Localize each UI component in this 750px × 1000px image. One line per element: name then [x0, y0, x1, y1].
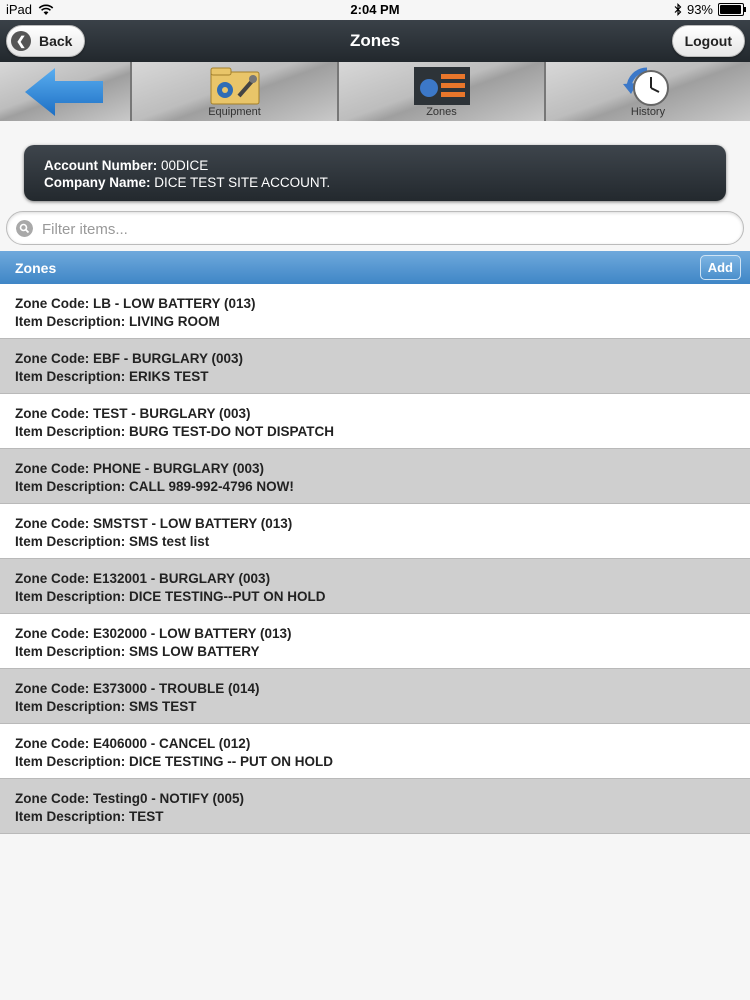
zone-code: Zone Code: TEST - BURGLARY (003) [15, 406, 251, 421]
search-icon [16, 220, 33, 237]
equipment-icon [210, 67, 259, 105]
zone-code: Zone Code: E302000 - LOW BATTERY (013) [15, 626, 292, 641]
item-description: Item Description: CALL 989-992-4796 NOW! [15, 479, 294, 494]
status-time: 2:04 PM [350, 2, 400, 17]
list-item[interactable]: Zone Code: E373000 - TROUBLE (014) Item … [0, 669, 750, 724]
item-description: Item Description: LIVING ROOM [15, 314, 220, 329]
zone-code: Zone Code: SMSTST - LOW BATTERY (013) [15, 516, 293, 531]
list-item[interactable]: Zone Code: TEST - BURGLARY (003) Item De… [0, 394, 750, 449]
item-description: Item Description: DICE TESTING -- PUT ON… [15, 754, 334, 769]
item-description: Item Description: TEST [15, 809, 164, 824]
add-zone-button[interactable]: Add [699, 255, 741, 280]
toolbar: Equipment Zones History [0, 62, 750, 121]
list-item[interactable]: Zone Code: E302000 - LOW BATTERY (013) I… [0, 614, 750, 669]
account-info-panel: Account Number: 00DICE Company Name: DIC… [24, 145, 726, 201]
account-number-line: Account Number: 00DICE [44, 157, 706, 174]
zone-code: Zone Code: LB - LOW BATTERY (013) [15, 296, 256, 311]
zone-code: Zone Code: E132001 - BURGLARY (003) [15, 571, 271, 586]
list-item[interactable]: Zone Code: E132001 - BURGLARY (003) Item… [0, 559, 750, 614]
account-number-label: Account Number: [44, 158, 158, 173]
item-description: Item Description: SMS test list [15, 534, 210, 549]
status-bar: iPad 2:04 PM 93% [0, 0, 750, 20]
history-clock-icon [623, 67, 669, 106]
item-description: Item Description: DICE TESTING--PUT ON H… [15, 589, 326, 604]
bluetooth-icon [674, 3, 682, 16]
toolbar-equipment-button[interactable]: Equipment [132, 62, 339, 121]
toolbar-history-label: History [630, 106, 666, 118]
item-description: Item Description: SMS TEST [15, 699, 197, 714]
zones-list-header: Zones Add [0, 251, 750, 284]
filter-bar [6, 211, 744, 246]
toolbar-back-button[interactable] [0, 62, 132, 121]
logout-button[interactable]: Logout [671, 25, 745, 57]
list-item[interactable]: Zone Code: EBF - BURGLARY (003) Item Des… [0, 339, 750, 394]
company-name-label: Company Name: [44, 175, 151, 190]
account-number-value: 00DICE [161, 158, 209, 173]
company-name-line: Company Name: DICE TEST SITE ACCOUNT. [44, 174, 706, 191]
item-description: Item Description: SMS LOW BATTERY [15, 644, 260, 659]
zone-code: Zone Code: Testing0 - NOTIFY (005) [15, 791, 245, 806]
page-title: Zones [349, 31, 401, 50]
company-name-value: DICE TEST SITE ACCOUNT. [154, 175, 331, 190]
filter-input[interactable] [40, 212, 734, 246]
zone-code: Zone Code: E406000 - CANCEL (012) [15, 736, 251, 751]
battery-percent: 93% [686, 2, 713, 17]
toolbar-history-button[interactable]: History [546, 62, 750, 121]
list-item[interactable]: Zone Code: PHONE - BURGLARY (003) Item D… [0, 449, 750, 504]
toolbar-equipment-label: Equipment [208, 106, 261, 118]
item-description: Item Description: ERIKS TEST [15, 369, 209, 384]
list-item[interactable]: Zone Code: E406000 - CANCEL (012) Item D… [0, 724, 750, 779]
zones-list: Zone Code: LB - LOW BATTERY (013) Item D… [0, 284, 750, 834]
zones-icon [413, 67, 470, 105]
list-item[interactable]: Zone Code: LB - LOW BATTERY (013) Item D… [0, 284, 750, 339]
nav-header: ❮ Back Zones Logout [0, 20, 750, 62]
zone-code: Zone Code: PHONE - BURGLARY (003) [15, 461, 265, 476]
zone-code: Zone Code: EBF - BURGLARY (003) [15, 351, 244, 366]
status-right: 93% [674, 2, 746, 17]
list-item[interactable]: Zone Code: SMSTST - LOW BATTERY (013) It… [0, 504, 750, 559]
toolbar-zones-label: Zones [426, 106, 457, 118]
back-arrow-icon [25, 68, 103, 116]
item-description: Item Description: BURG TEST-DO NOT DISPA… [15, 424, 335, 439]
battery-icon [718, 3, 746, 16]
zones-list-title: Zones [15, 260, 57, 276]
list-item[interactable]: Zone Code: Testing0 - NOTIFY (005) Item … [0, 779, 750, 834]
zone-code: Zone Code: E373000 - TROUBLE (014) [15, 681, 260, 696]
toolbar-zones-button[interactable]: Zones [339, 62, 546, 121]
